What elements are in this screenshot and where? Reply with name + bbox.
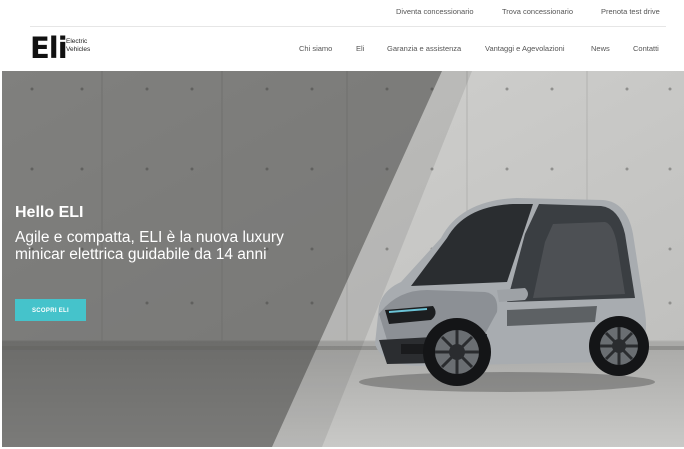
menu-item-vantaggi[interactable]: Vantaggi e Agevolazioni [485,44,565,53]
link-find-dealer[interactable]: Trova concessionario [502,7,573,16]
menu-item-news[interactable]: News [591,44,610,53]
menu-item-contatti[interactable]: Contatti [633,44,659,53]
link-become-dealer[interactable]: Diventa concessionario [396,7,474,16]
hero-banner: Hello ELI Agile e compatta, ELI è la nuo… [2,71,684,447]
logo-mark: Eli [30,31,68,65]
discover-eli-button[interactable]: SCOPRI ELI [15,299,86,321]
main-navbar: Eli Electric Vehicles Chi siamo Eli Gara… [0,27,684,71]
top-utility-bar: Diventa concessionario Trova concessiona… [0,0,684,27]
logo-subtitle: Electric Vehicles [66,38,116,54]
menu-item-garanzia[interactable]: Garanzia e assistenza [387,44,461,53]
link-book-test-drive[interactable]: Prenota test drive [601,7,660,16]
logo-line-vehicles: Vehicles [66,46,91,53]
electric-minicar-icon [359,198,655,392]
hero-title: Hello ELI [15,204,84,221]
hero-subtitle: Agile e compatta, ELI è la nuova luxury … [15,229,284,263]
menu-item-eli[interactable]: Eli [356,44,364,53]
logo-line-electric: Electric [66,38,88,45]
menu-item-chi-siamo[interactable]: Chi siamo [299,44,332,53]
